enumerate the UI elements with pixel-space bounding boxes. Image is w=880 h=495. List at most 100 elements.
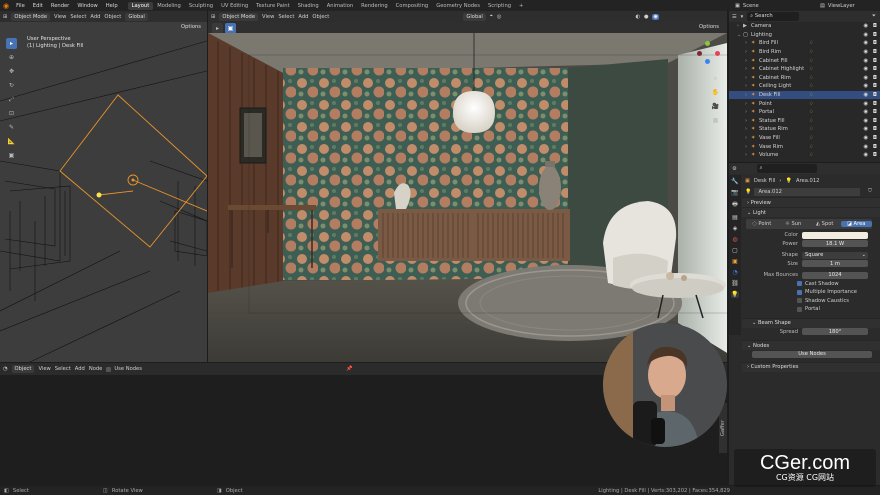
nodes-panel-header[interactable]: ⌄ Nodes	[742, 340, 880, 350]
menu-file[interactable]: File	[12, 3, 29, 9]
main-options-button[interactable]: Options	[699, 24, 719, 30]
light-data-icon[interactable]: ♢	[809, 101, 814, 107]
collection-tab-icon[interactable]: ▢	[732, 247, 738, 254]
blender-logo-icon[interactable]: ◉	[3, 2, 9, 10]
light-data-icon[interactable]: ♢	[809, 152, 814, 158]
checkbox-row[interactable]: Multiple Importance	[742, 288, 880, 297]
shader-type-dropdown[interactable]: Object	[11, 365, 35, 373]
render-camera-icon[interactable]: ◘	[873, 118, 877, 124]
visibility-eye-icon[interactable]: ◉	[863, 66, 868, 72]
overlay-icon[interactable]: ◐	[635, 14, 640, 20]
node-menu-view[interactable]: View	[38, 366, 50, 372]
zoom-icon[interactable]: ⌕	[710, 73, 721, 84]
outliner[interactable]: ☰ ▾ ⌕ Search ⏷ › ▶ Camera ◉ ◘ ⌄ ▢ Lighting ◉ ◘ › ✶ B…	[729, 11, 880, 162]
visibility-eye-icon[interactable]: ◉	[863, 75, 868, 81]
visibility-eye-icon[interactable]: ◉	[863, 83, 868, 89]
pan-hand-icon[interactable]: ✋	[710, 87, 721, 98]
light-data-icon[interactable]: ♢	[809, 58, 814, 64]
outliner-item[interactable]: › ✶ Portal ♢ ◉ ◘	[729, 108, 880, 117]
render-tab-icon[interactable]: 📷	[731, 189, 738, 196]
tab-sculpting[interactable]: Sculpting	[185, 2, 217, 10]
light-data-icon[interactable]: ♢	[809, 135, 814, 141]
render-camera-icon[interactable]: ◘	[873, 23, 877, 29]
outliner-item[interactable]: › ✶ Cabinet Fill ♢ ◉ ◘	[729, 56, 880, 65]
menu-edit[interactable]: Edit	[29, 3, 47, 9]
fake-user-icon[interactable]: ⛉	[868, 188, 872, 195]
main-menu-select[interactable]: Select	[278, 14, 294, 20]
proportional-edit-icon[interactable]: ◎	[497, 14, 502, 20]
checkbox-unchecked-icon[interactable]	[797, 306, 802, 312]
axis-z-gizmo-icon[interactable]	[705, 59, 710, 64]
add-workspace-icon[interactable]: +	[515, 2, 527, 10]
outliner-item[interactable]: ⌄ ▢ Lighting ◉ ◘	[729, 31, 880, 40]
size-field[interactable]: 1 m	[802, 260, 868, 268]
tab-animation[interactable]: Animation	[323, 2, 357, 10]
visibility-eye-icon[interactable]: ◉	[863, 49, 868, 55]
visibility-eye-icon[interactable]: ◉	[863, 118, 868, 124]
render-camera-icon[interactable]: ◘	[873, 101, 877, 107]
preview-panel-header[interactable]: › Preview	[742, 197, 880, 207]
render-camera-icon[interactable]: ◘	[873, 75, 877, 81]
render-camera-icon[interactable]: ◘	[873, 32, 877, 38]
outliner-item[interactable]: › ✶ Bird Rim ♢ ◉ ◘	[729, 48, 880, 57]
light-data-icon[interactable]: ♢	[809, 144, 814, 150]
outliner-item[interactable]: › ✶ Statue Rim ♢ ◉ ◘	[729, 125, 880, 134]
outliner-display-icon[interactable]: ▾	[741, 14, 744, 20]
main-menu-view[interactable]: View	[262, 14, 274, 20]
outliner-editor-icon[interactable]: ☰	[732, 14, 737, 20]
light-data-icon[interactable]: ♢	[809, 49, 814, 55]
render-camera-icon[interactable]: ◘	[873, 144, 877, 150]
visibility-eye-icon[interactable]: ◉	[863, 152, 868, 158]
light-panel-header[interactable]: ⌄ Light	[742, 207, 880, 217]
camera-view-icon[interactable]: 🎥	[710, 101, 721, 112]
main-mode-dropdown[interactable]: Object Mode	[219, 12, 259, 21]
scene-tab-icon[interactable]: ◈	[733, 225, 738, 232]
filter-icon[interactable]: ⏷	[872, 13, 876, 20]
visibility-eye-icon[interactable]: ◉	[863, 92, 868, 98]
light-data-icon[interactable]: ♢	[809, 75, 814, 81]
visibility-eye-icon[interactable]: ◉	[863, 23, 868, 29]
render-camera-icon[interactable]: ◘	[873, 109, 877, 115]
main-editor-type-icon[interactable]: ⊞	[211, 14, 215, 20]
outliner-item[interactable]: › ✶ Volume ♢ ◉ ◘	[729, 151, 880, 160]
light-data-icon[interactable]: ♢	[809, 83, 814, 89]
pin-icon[interactable]: 📌	[346, 366, 352, 372]
render-camera-icon[interactable]: ◘	[873, 135, 877, 141]
tab-scripting[interactable]: Scripting	[484, 2, 515, 10]
light-data-icon[interactable]: ♢	[809, 126, 814, 132]
menu-render[interactable]: Render	[47, 3, 73, 9]
light-type-spot[interactable]: ◭ Spot	[809, 221, 841, 227]
node-menu-select[interactable]: Select	[55, 366, 71, 372]
tab-geometry-nodes[interactable]: Geometry Nodes	[432, 2, 484, 10]
outliner-item[interactable]: › ✶ Ceiling Light ♢ ◉ ◘	[729, 82, 880, 91]
tool-tab-icon[interactable]: 🔧	[731, 178, 738, 185]
world-tab-icon[interactable]: ◍	[732, 236, 737, 243]
menu-window[interactable]: Window	[73, 3, 101, 9]
outliner-item[interactable]: › ✶ Statue Fill ♢ ◉ ◘	[729, 117, 880, 126]
datablock-type-icon[interactable]: 💡	[745, 189, 751, 195]
outliner-item[interactable]: › ✶ Vase Fill ♢ ◉ ◘	[729, 134, 880, 143]
outliner-item[interactable]: › ▶ Camera ◉ ◘	[729, 22, 880, 31]
visibility-eye-icon[interactable]: ◉	[863, 32, 868, 38]
navigation-gizmo[interactable]	[695, 41, 721, 67]
output-tab-icon[interactable]: 🖶	[732, 200, 738, 210]
checkbox-row[interactable]: Shadow Caustics	[742, 297, 880, 306]
shading-solid-icon[interactable]: ●	[644, 14, 649, 20]
tab-shading[interactable]: Shading	[294, 2, 323, 10]
checkbox-unchecked-icon[interactable]	[797, 298, 802, 304]
main-orientation-dropdown[interactable]: Global	[463, 12, 486, 21]
shading-rendered-icon[interactable]: ◉	[652, 13, 659, 20]
node-menu-add[interactable]: Add	[75, 366, 85, 372]
node-editor-type-icon[interactable]: ◔	[3, 366, 8, 372]
tab-modeling[interactable]: Modeling	[153, 2, 185, 10]
view-layer-tab-icon[interactable]: ▤	[732, 214, 738, 221]
outliner-item[interactable]: › ✶ Vase Rim ♢ ◉ ◘	[729, 142, 880, 151]
light-data-icon[interactable]: ♢	[809, 118, 814, 124]
light-type-area[interactable]: ◪ Area	[840, 221, 872, 227]
outliner-item[interactable]: › ✶ Bird Fill ♢ ◉ ◘	[729, 39, 880, 48]
render-camera-icon[interactable]: ◘	[873, 58, 877, 64]
constraints-tab-icon[interactable]: ⛓	[731, 280, 739, 287]
main-viewport[interactable]: ⊞ Object Mode View Select Add Object Glo…	[208, 11, 727, 362]
render-camera-icon[interactable]: ◘	[873, 126, 877, 132]
axis-y-gizmo-icon[interactable]	[705, 41, 710, 46]
